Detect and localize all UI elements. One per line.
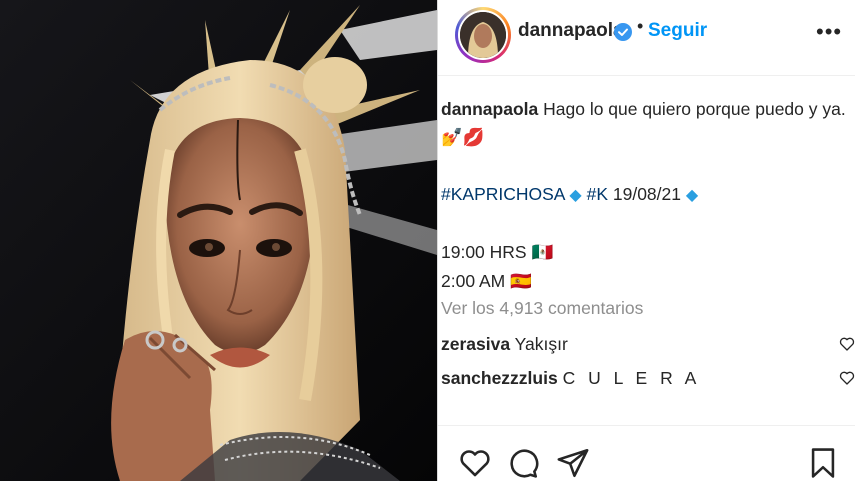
post-header: dannapaola • Seguir ••• [438,0,855,76]
caption-username[interactable]: dannapaola [441,99,538,119]
comment-icon[interactable] [506,446,540,480]
caption-line1: Hago lo que quiero porque puedo y ya. [543,99,846,119]
post-caption: dannapaola Hago lo que quiero porque pue… [441,95,851,296]
view-comments-link[interactable]: Ver los 4,913 comentarios [441,298,643,319]
avatar[interactable] [460,12,506,58]
bookmark-icon[interactable] [806,446,840,480]
spain-flag-icon: 🇪🇸 [510,272,532,292]
story-ring[interactable] [455,7,511,63]
more-icon[interactable]: ••• [816,21,842,43]
hashtag-kaprichosa[interactable]: #KAPRICHOSA [441,184,565,204]
caption-time-mx: 19:00 HRS [441,242,527,262]
comment-username[interactable]: zerasiva [441,334,510,354]
portrait-image [0,0,437,481]
diamond-icon: ◆ [685,187,699,204]
comment-like-icon[interactable] [839,336,855,352]
verified-icon [614,23,632,41]
follow-button[interactable]: Seguir [648,20,707,42]
post-actions-bar [438,425,855,481]
caption-emoji: 💅💋 [441,128,485,148]
caption-date: 19/08/21 [612,184,681,204]
comment-row: zerasiva Yakışır [441,334,855,355]
avatar-image [460,12,506,58]
diamond-icon: ◆ [569,187,582,204]
comment-like-icon[interactable] [839,370,855,386]
comment-text: C U L E R A [562,368,701,388]
comment-text: Yakışır [514,334,568,354]
comment-row: sanchezzzluis C U L E R A [441,368,855,389]
header-separator: • [637,16,644,36]
comment-username[interactable]: sanchezzzluis [441,368,558,388]
caption-time-es: 2:00 AM [441,271,506,291]
hashtag-k[interactable]: #K [587,184,608,204]
share-icon[interactable] [556,446,590,480]
post-panel: dannapaola • Seguir ••• dannapaola Hago … [437,0,855,481]
heart-icon[interactable] [458,446,492,480]
header-username[interactable]: dannapaola [518,20,624,42]
post-photo[interactable] [0,0,437,481]
mexico-flag-icon: 🇲🇽 [531,243,554,263]
